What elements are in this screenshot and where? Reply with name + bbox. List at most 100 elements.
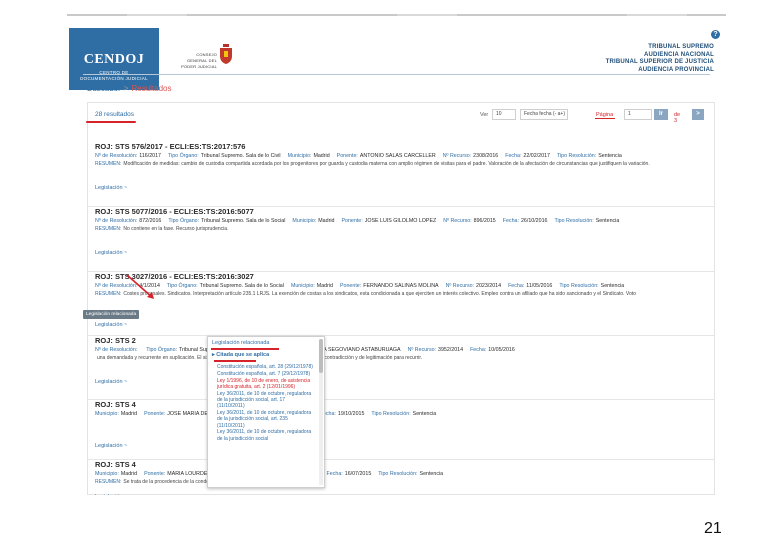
breadcrumb-buscador[interactable]: Buscador	[87, 84, 121, 93]
cgpj-crest-icon	[220, 44, 232, 64]
legislation-toggle[interactable]: Legislación ~	[95, 443, 127, 449]
result-title-link[interactable]: ROJ: STS 2	[95, 336, 136, 345]
metadata-value: 10/05/2016	[488, 347, 515, 353]
slide-number: 21	[704, 520, 722, 537]
popup-section-toggle[interactable]: ▸ Citada que se aplica	[212, 352, 269, 358]
metadata-value: 26/10/2016	[520, 218, 548, 224]
metadata-key: Fecha:	[505, 153, 522, 159]
legislation-link[interactable]: Ley 1/1996, de 10 de enero, de asistenci…	[217, 378, 313, 391]
metadata-value: Sentencia	[412, 411, 437, 417]
result-title-link[interactable]: ROJ: STS 4	[95, 400, 136, 409]
brand-name: CENDOJ	[83, 52, 145, 67]
metadata-key: Municipio:	[95, 471, 119, 477]
metadata-key: Ponente:	[336, 153, 358, 159]
result-item: ROJ: STS 4 Municipio: Madrid Ponente: MARIA …	[87, 460, 715, 495]
result-item: ROJ: STS 576/2017 - ECLI:ES:TS:2017:576 N…	[87, 142, 715, 207]
cgpj-label: CONSEJO GENERAL DEL PODER JUDICIAL	[171, 52, 217, 70]
top-divider	[67, 14, 726, 16]
metadata-value: 872/2016	[139, 218, 162, 224]
summary-label: RESUMEN:	[95, 479, 122, 485]
court-item[interactable]: AUDIENCIA NACIONAL	[564, 52, 714, 60]
metadata-key: Ponente:	[340, 283, 362, 289]
result-summary: RESUMEN: Se trata de la procedencia de la…	[95, 479, 695, 486]
legislation-toggle[interactable]: Legislación ~	[95, 379, 127, 385]
result-metadata: Nº de Resolución: 4/1/2014 Tipo Órgano: Tri…	[95, 283, 631, 289]
result-item: ROJ: STS 3027/2016 - ECLI:ES:TS:2016:302…	[87, 272, 715, 336]
metadata-key: Nº Recurso:	[442, 153, 472, 159]
page-total: de 3	[674, 112, 681, 124]
related-legislation-tooltip: Legislación relacionada	[83, 310, 140, 319]
sort-order-select[interactable]: Fecha fecha (- a+)	[520, 109, 568, 120]
metadata-value: Sentencia	[600, 283, 625, 289]
metadata-key: Fecha:	[470, 347, 487, 353]
results-count: 28 resultados	[95, 111, 135, 118]
related-legislation-popup[interactable]: Legislación relacionada ▸ Citada que se …	[207, 336, 325, 488]
result-metadata: Nº de Resolución: 116/2017 Tipo Órgano: Tri…	[95, 153, 629, 159]
metadata-key: Fecha:	[326, 471, 343, 477]
legislation-toggle[interactable]: Legislación ~	[95, 494, 127, 495]
metadata-value: 22/02/2017	[523, 153, 550, 159]
result-summary: RESUMEN: Costes procesales. Sindicatos. I…	[95, 291, 695, 298]
result-item: ROJ: STS 5077/2016 - ECLI:ES:TS:2016:507…	[87, 207, 715, 272]
metadata-value: Sentencia	[595, 218, 620, 224]
legislation-toggle[interactable]: Legislación ~	[95, 250, 127, 256]
metadata-value: Tribunal Supremo. Sala de lo Social	[201, 218, 286, 224]
metadata-value: 3952/2014	[438, 347, 464, 353]
metadata-key: Nº de Resolución:	[95, 218, 138, 224]
page-number-input[interactable]: 1	[624, 109, 652, 120]
metadata-key: Ponente:	[144, 411, 166, 417]
brand-subtitle-line: DOCUMENTACIÓN JUDICIAL	[80, 76, 148, 81]
result-title-link[interactable]: ROJ: STS 5077/2016 - ECLI:ES:TS:2016:507…	[95, 207, 254, 216]
popup-scrollbar-thumb[interactable]	[319, 339, 323, 373]
breadcrumb: Buscador > Resultados	[87, 84, 172, 93]
metadata-key: Nº Recurso:	[445, 283, 475, 289]
result-item: ROJ: STS 4 Municipio: Madrid Ponente: JOSE M…	[87, 400, 715, 460]
metadata-key: Ponente:	[341, 218, 363, 224]
result-title-link[interactable]: ROJ: STS 3027/2016 - ECLI:ES:TS:2016:302…	[95, 272, 254, 281]
result-summary: una demandada y recurrente en suplicació…	[95, 355, 695, 362]
legislation-link[interactable]: Ley 36/2011, de 10 de octubre, regulador…	[217, 429, 313, 442]
legislation-toggle[interactable]: Legislación ~	[95, 322, 127, 328]
metadata-key: Tipo Resolución:	[556, 153, 597, 159]
cgpj-line: PODER JUDICIAL	[181, 64, 217, 69]
metadata-value: Madrid	[313, 153, 330, 159]
metadata-value: FERNANDO SALINAS MOLINA	[363, 283, 439, 289]
court-item[interactable]: TRIBUNAL SUPERIOR DE JUSTICIA	[564, 59, 714, 67]
result-title-link[interactable]: ROJ: STS 576/2017 - ECLI:ES:TS:2017:576	[95, 142, 245, 151]
divider-segment	[397, 14, 457, 16]
breadcrumb-separator: >	[123, 84, 129, 93]
summary-label: RESUMEN:	[95, 226, 122, 232]
metadata-key: Tipo Resolución:	[378, 471, 418, 477]
metadata-key: Nº de Resolución:	[95, 347, 138, 353]
annotation-underline	[595, 118, 615, 119]
annotation-underline	[211, 348, 279, 350]
court-item[interactable]: TRIBUNAL SUPREMO	[564, 44, 714, 52]
metadata-key: Tipo Resolución:	[371, 411, 411, 417]
metadata-key: Fecha:	[502, 218, 519, 224]
court-item[interactable]: AUDIENCIA PROVINCIAL	[564, 67, 714, 75]
result-summary: RESUMEN: No contiene en la fase. Recurso …	[95, 226, 695, 233]
legislation-link[interactable]: Constitución española, art. 7 (29/12/197…	[217, 371, 313, 377]
legislation-link[interactable]: Ley 36/2011, de 10 de octubre, regulador…	[217, 410, 313, 429]
metadata-value: 11/05/2016	[526, 283, 553, 289]
metadata-key: Fecha:	[508, 283, 525, 289]
court-list: TRIBUNAL SUPREMO AUDIENCIA NACIONAL TRIB…	[564, 44, 714, 74]
help-icon[interactable]: ?	[711, 30, 720, 39]
metadata-key: Tipo Órgano:	[168, 218, 200, 224]
metadata-key: Nº Recurso:	[443, 218, 472, 224]
metadata-value: ANTONIO SALAS CARCELLER	[359, 153, 436, 159]
cendoj-logo[interactable]: CENDOJ CENTRO DE DOCUMENTACIÓN JUDICIAL	[69, 28, 159, 90]
metadata-value: 896/2015	[473, 218, 496, 224]
result-title-link[interactable]: ROJ: STS 4	[95, 460, 136, 469]
legislation-link[interactable]: Ley 36/2011, de 10 de octubre, regulador…	[217, 391, 313, 410]
next-page-button[interactable]: >	[692, 109, 704, 120]
legislation-link[interactable]: Constitución española, art. 28 (29/12/19…	[217, 364, 313, 370]
header-divider	[83, 74, 710, 75]
page-size-select[interactable]: 10	[492, 109, 516, 120]
go-button[interactable]: Ir	[654, 109, 668, 120]
legislation-toggle[interactable]: Legislación ~	[95, 185, 127, 191]
popup-item-list: Constitución española, art. 28 (29/12/19…	[217, 364, 313, 443]
metadata-key: Nº Recurso:	[407, 347, 437, 353]
popup-title: Legislación relacionada	[212, 340, 270, 346]
metadata-key: Municipio:	[292, 218, 317, 224]
